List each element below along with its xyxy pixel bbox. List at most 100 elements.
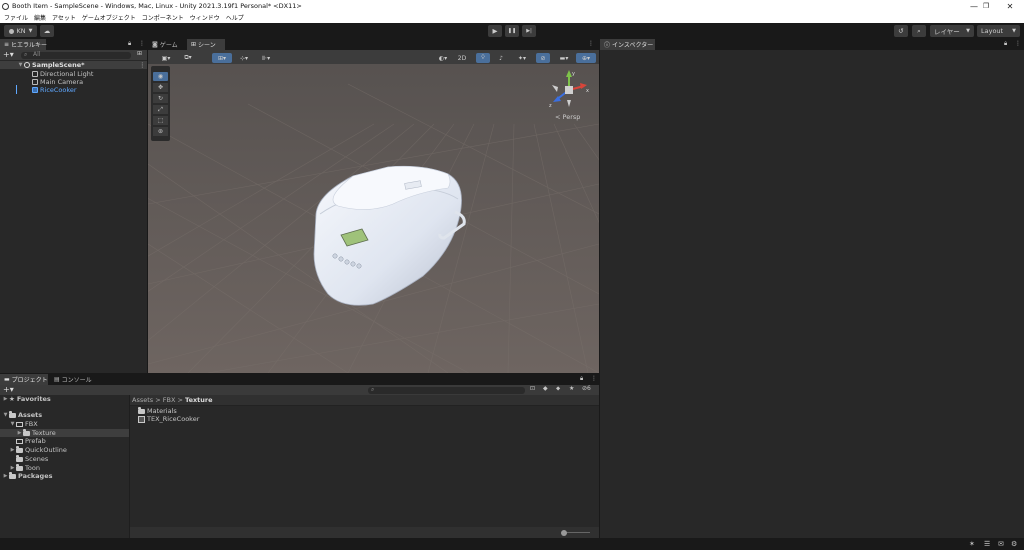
eye-icon: ◉	[157, 73, 164, 80]
breadcrumb-item[interactable]: FBX	[163, 396, 176, 404]
expand-arrow-icon[interactable]: ▶	[9, 465, 16, 471]
menu-edit[interactable]: 編集	[34, 13, 46, 22]
scale-tool-button[interactable]: ⤢	[153, 105, 168, 114]
favorite-icon[interactable]: ★	[569, 385, 574, 392]
folder-icon	[16, 464, 23, 471]
hierarchy-search-input[interactable]: ⌕ All	[21, 51, 131, 59]
tree-item[interactable]: ▶ Toon	[9, 464, 40, 472]
menu-file[interactable]: ファイル	[4, 13, 28, 22]
expand-arrow-icon[interactable]: ▶	[2, 396, 9, 402]
hidden-objects-toggle[interactable]: ⊘	[536, 53, 550, 63]
asset-item[interactable]: TEX_RiceCooker	[138, 415, 199, 423]
tree-favorites[interactable]: ▶ ★ Favorites	[2, 395, 51, 403]
lock-icon[interactable]: 🔒︎	[580, 375, 583, 383]
tree-item-selected[interactable]: ▶ Texture	[0, 429, 129, 437]
rotate-tool-button[interactable]: ↻	[153, 94, 168, 103]
scene-viewport[interactable]: ◉ ✥ ↻ ⤢ ⬚ ⊛ y x z < Persp	[148, 64, 599, 373]
gizmos-dropdown[interactable]: ⊕▾	[576, 53, 596, 63]
svg-text:z: z	[549, 103, 552, 109]
tree-packages[interactable]: ▶ Packages	[2, 472, 52, 480]
more-icon[interactable]: ⋮	[139, 61, 146, 69]
pause-button[interactable]: ❚❚	[505, 25, 519, 37]
hidden-packages-button[interactable]: ⊘6	[582, 385, 591, 392]
bug-icon[interactable]: ✶	[969, 540, 975, 548]
grid-dropdown[interactable]: ⊹▾	[234, 53, 254, 63]
layers-dropdown[interactable]: レイヤー ▼	[930, 25, 974, 37]
history-button[interactable]: ↺	[894, 25, 908, 37]
expand-arrow-icon[interactable]: ▼	[9, 421, 16, 427]
account-button[interactable]: KN ▼	[4, 25, 37, 37]
zoom-slider-handle[interactable]	[561, 529, 567, 536]
menu-assets[interactable]: アセット	[52, 13, 76, 22]
snap-dropdown[interactable]: ⊞▾	[212, 53, 232, 63]
move-tool-button[interactable]: ✥	[153, 83, 168, 92]
cloud-button[interactable]: ☁	[40, 25, 54, 37]
tree-item[interactable]: ▶ QuickOutline	[9, 446, 67, 454]
lighting-toggle[interactable]: 💡︎	[476, 53, 490, 63]
asset-label: Materials	[147, 407, 177, 415]
camera-dropdown[interactable]: ▬▾	[554, 53, 574, 63]
tab-scene[interactable]: ⊞ シーン	[187, 39, 225, 50]
search-button[interactable]: ⌕	[912, 25, 926, 37]
tree-item[interactable]: Prefab	[16, 437, 46, 445]
orientation-gizmo[interactable]: y x z	[546, 67, 592, 113]
search-by-type-icon[interactable]: ⊡	[530, 385, 535, 392]
tab-game[interactable]: ◙ ゲーム	[148, 39, 186, 50]
more-icon[interactable]: ⋮	[588, 40, 594, 47]
tab-project[interactable]: ▬ プロジェクト	[0, 374, 48, 385]
search-by-label-icon[interactable]: ◆	[543, 385, 548, 392]
hierarchy-item[interactable]: Directional Light	[32, 70, 93, 78]
menu-window[interactable]: ウィンドウ	[190, 13, 220, 22]
tree-assets[interactable]: ▼ Assets	[2, 411, 42, 419]
close-button[interactable]: ✕	[996, 0, 1024, 12]
effects-dropdown[interactable]: ✦▾	[512, 53, 532, 63]
pivot-dropdown[interactable]: ⧉▾	[178, 53, 198, 63]
asset-item[interactable]: Materials	[138, 407, 177, 415]
layers-status-icon[interactable]: ☰	[984, 540, 990, 548]
scene-filter-icon[interactable]: ⊞	[137, 50, 142, 57]
render-mode-dropdown[interactable]: ◐▾	[433, 53, 453, 63]
menu-help[interactable]: ヘルプ	[226, 13, 244, 22]
tab-inspector[interactable]: ⓘ インスペクター	[600, 39, 655, 50]
more-icon[interactable]: ⋮	[1015, 40, 1021, 47]
layout-dropdown[interactable]: Layout ▼	[977, 25, 1020, 37]
tag-icon[interactable]: ⬥	[556, 385, 560, 393]
tab-hierarchy[interactable]: ≡ ヒエラルキー	[0, 39, 47, 50]
menu-gameobject[interactable]: ゲームオブジェクト	[82, 13, 136, 22]
more-icon[interactable]: ⋮	[139, 40, 145, 47]
projection-label[interactable]: < Persp	[555, 113, 580, 121]
project-search-input[interactable]: ⌕	[368, 386, 525, 394]
expand-arrow-icon[interactable]: ▼	[17, 62, 24, 68]
tab-console[interactable]: ▤ コンソール	[50, 374, 94, 385]
hierarchy-item[interactable]: RiceCooker	[32, 86, 77, 94]
hierarchy-item[interactable]: Main Camera	[32, 78, 83, 86]
play-button[interactable]: ▶	[488, 25, 502, 37]
audio-toggle[interactable]: ♪	[494, 53, 508, 63]
rect-tool-button[interactable]: ⬚	[153, 116, 168, 125]
step-button[interactable]: ▶|	[522, 25, 536, 37]
expand-arrow-icon[interactable]: ▼	[2, 412, 9, 418]
expand-arrow-icon[interactable]: ▶	[16, 430, 23, 436]
add-icon[interactable]: +▾	[3, 50, 14, 59]
view-tool-button[interactable]: ◉	[153, 72, 168, 81]
scene-row[interactable]: ▼ SampleScene* ⋮	[0, 61, 147, 69]
lock-icon[interactable]: 🔒︎	[1004, 40, 1007, 48]
draw-mode-dropdown[interactable]: ▣▾	[156, 53, 176, 63]
more-icon[interactable]: ⋮	[591, 375, 597, 382]
cache-server-icon[interactable]: ⚙	[1011, 540, 1017, 548]
transform-tool-button[interactable]: ⊛	[153, 127, 168, 136]
expand-arrow-icon[interactable]: ▶	[2, 473, 9, 479]
notification-icon[interactable]: ✉	[998, 540, 1004, 548]
breadcrumb-item[interactable]: Texture	[185, 396, 213, 404]
tree-item[interactable]: Scenes	[16, 455, 48, 463]
lock-icon[interactable]: 🔒︎	[128, 40, 131, 48]
texture-icon	[138, 415, 145, 423]
toggle-2d-button[interactable]: 2D	[455, 53, 469, 63]
add-icon[interactable]: +▾	[3, 385, 14, 394]
prefab-override-marker	[16, 85, 17, 94]
tree-item[interactable]: ▼ FBX	[9, 420, 38, 428]
breadcrumb-item[interactable]: Assets	[132, 396, 153, 404]
increment-snap-dropdown[interactable]: ⊪▾	[256, 53, 276, 63]
expand-arrow-icon[interactable]: ▶	[9, 447, 16, 453]
menu-component[interactable]: コンポーネント	[142, 13, 184, 22]
